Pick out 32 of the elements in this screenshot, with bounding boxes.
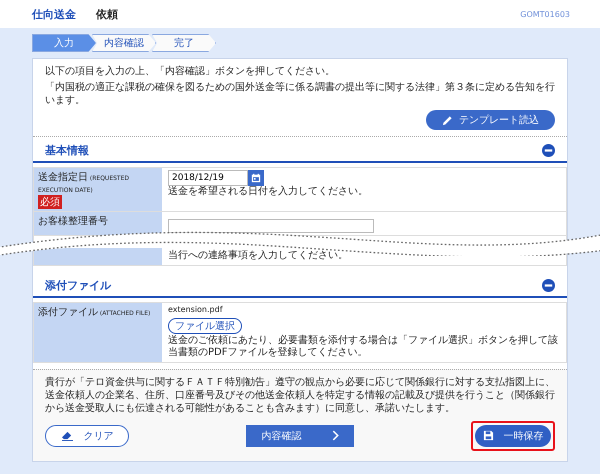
- clear-button[interactable]: クリア: [45, 424, 129, 446]
- progress-step: 入力: [32, 34, 96, 52]
- calendar-button[interactable]: [248, 170, 264, 186]
- collapse-icon[interactable]: [542, 278, 555, 292]
- page-title: 仕向送金: [32, 6, 76, 22]
- save-button[interactable]: 一時保存: [475, 424, 551, 446]
- file-name: extension.pdf: [168, 304, 224, 314]
- hint-text: 送金を希望される日付を入力してください。: [168, 186, 369, 198]
- date-field[interactable]: 2018/12/19: [168, 170, 248, 186]
- hint-text: 送金のご依頼にあたり、必要書類を添付する場合は「ファイル選択」ボタンを押して該当書類のPDFファイルを登録してください。: [168, 334, 559, 360]
- screen-id: GOMT01603: [520, 10, 570, 18]
- collapse-icon[interactable]: [542, 144, 555, 157]
- field-label: お客様整理番号: [38, 214, 108, 228]
- progress-step: 完了: [152, 34, 216, 52]
- hint-text: 当行への連絡事項を入力してください。: [168, 250, 349, 262]
- section-title: 基本情報: [45, 143, 89, 158]
- text-field[interactable]: [168, 219, 374, 233]
- save-icon: [482, 430, 494, 441]
- progress-step: 内容確認: [92, 34, 156, 52]
- confirm-button[interactable]: 内容確認: [246, 424, 354, 446]
- calendar-icon: [251, 173, 261, 183]
- chevron-icon: [332, 430, 338, 441]
- pencil-icon: [442, 114, 453, 126]
- file-select-button[interactable]: ファイル選択: [168, 318, 242, 334]
- instruction-text: 「内国税の適正な課税の確保を図るための国外送金等に係る調書の提出等に関する法律」第３条に定める告知を行います。: [45, 81, 555, 107]
- page-subtitle: 依頼: [96, 6, 118, 22]
- instruction-text: 以下の項目を入力の上、「内容確認」ボタンを押してください。: [45, 65, 336, 78]
- required-badge: 必須: [38, 195, 62, 209]
- section-title: 添付ファイル: [45, 278, 111, 292]
- agreement-text: 貴行が「テロ資金供与に関するＦＡＴＦ特別勧告」遵守の観点から必要に応じて関係銀行に対する支払指図上に、送金依頼人の企業名、住所、口座番号及びその他送金依頼人を特定する情報の記載及び提供を行うこと（関係銀行から送金受取人にも伝達される可能性があることも含みます）に同意し、承諾いたします。: [45, 376, 555, 414]
- template-button[interactable]: テンプレート読込: [426, 110, 555, 130]
- eraser-icon: [60, 430, 74, 441]
